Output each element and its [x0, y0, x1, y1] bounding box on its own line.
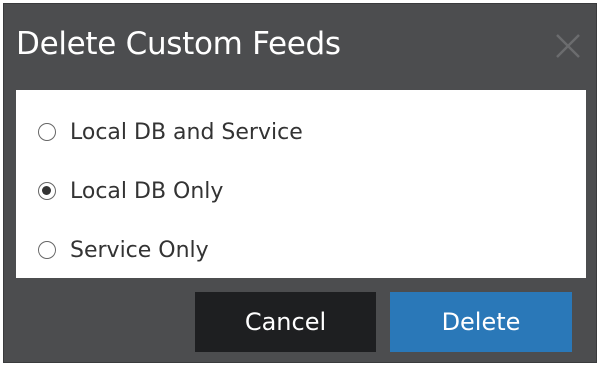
- option-label-local-db-only: Local DB Only: [70, 178, 224, 204]
- cancel-button[interactable]: Cancel: [195, 292, 376, 352]
- radio-button-local-db-and-service[interactable]: [38, 123, 56, 141]
- radio-option-service-only[interactable]: Service Only: [38, 233, 209, 267]
- delete-button[interactable]: Delete: [390, 292, 572, 352]
- dialog-titlebar: Delete Custom Feeds: [4, 4, 596, 90]
- radio-button-local-db-only[interactable]: [38, 182, 56, 200]
- radio-button-service-only[interactable]: [38, 241, 56, 259]
- radio-option-local-db-only[interactable]: Local DB Only: [38, 174, 223, 208]
- dialog-title: Delete Custom Feeds: [16, 26, 341, 62]
- dialog-body: Local DB and Service Local DB Only Servi…: [16, 90, 586, 278]
- delete-custom-feeds-dialog: Delete Custom Feeds Local DB and Service…: [3, 3, 597, 363]
- option-label-local-db-and-service: Local DB and Service: [70, 119, 303, 145]
- option-label-service-only: Service Only: [70, 237, 209, 263]
- close-icon[interactable]: [552, 30, 584, 62]
- radio-option-local-db-and-service[interactable]: Local DB and Service: [38, 115, 303, 149]
